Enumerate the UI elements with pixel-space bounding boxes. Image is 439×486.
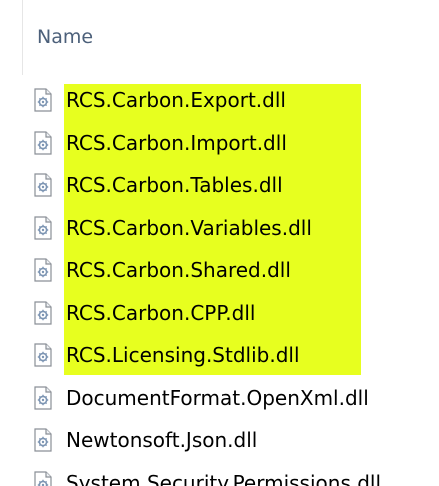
dll-file-icon: [30, 215, 56, 241]
file-row[interactable]: RCS.Carbon.Shared.dll: [0, 249, 439, 291]
dll-file-icon: [30, 342, 56, 368]
file-row[interactable]: DocumentFormat.OpenXml.dll: [0, 377, 439, 419]
file-name-label: RCS.Licensing.Stdlib.dll: [66, 343, 300, 367]
file-row[interactable]: RCS.Licensing.Stdlib.dll: [0, 334, 439, 376]
name-column-header[interactable]: Name: [22, 0, 439, 75]
dll-file-icon: [30, 470, 56, 486]
file-row[interactable]: RCS.Carbon.Import.dll: [0, 122, 439, 164]
file-name-label: RCS.Carbon.Import.dll: [66, 130, 287, 155]
file-name-label: RCS.Carbon.Variables.dll: [66, 215, 312, 240]
file-name-label: RCS.Carbon.Tables.dll: [66, 173, 283, 197]
dll-file-icon: [30, 172, 56, 198]
file-name-label: Newtonsoft.Json.dll: [66, 428, 258, 452]
dll-file-icon: [30, 130, 56, 156]
file-explorer-view: Name RCS.Carbon.Export.dll RCS.Carbon.Imp…: [0, 0, 439, 486]
dll-file-icon: [30, 385, 56, 411]
file-list: RCS.Carbon.Export.dll RCS.Carbon.Import.d…: [0, 75, 439, 486]
file-name-label: RCS.Carbon.CPP.dll: [66, 300, 256, 325]
column-header-bar: Name: [0, 0, 439, 75]
file-row[interactable]: RCS.Carbon.Export.dll: [0, 79, 439, 121]
file-name-label: RCS.Carbon.Shared.dll: [66, 258, 291, 282]
file-row[interactable]: RCS.Carbon.CPP.dll: [0, 292, 439, 334]
file-name-label: RCS.Carbon.Export.dll: [66, 88, 286, 112]
file-name-label: System.Security.Permissions.dll: [66, 470, 382, 486]
file-name-label: DocumentFormat.OpenXml.dll: [66, 385, 369, 410]
dll-file-icon: [30, 300, 56, 326]
dll-file-icon: [30, 427, 56, 453]
dll-file-icon: [30, 257, 56, 283]
file-row[interactable]: RCS.Carbon.Tables.dll: [0, 164, 439, 206]
dll-file-icon: [30, 87, 56, 113]
file-row[interactable]: Newtonsoft.Json.dll: [0, 419, 439, 461]
file-row[interactable]: System.Security.Permissions.dll: [0, 462, 439, 486]
file-row[interactable]: RCS.Carbon.Variables.dll: [0, 207, 439, 249]
